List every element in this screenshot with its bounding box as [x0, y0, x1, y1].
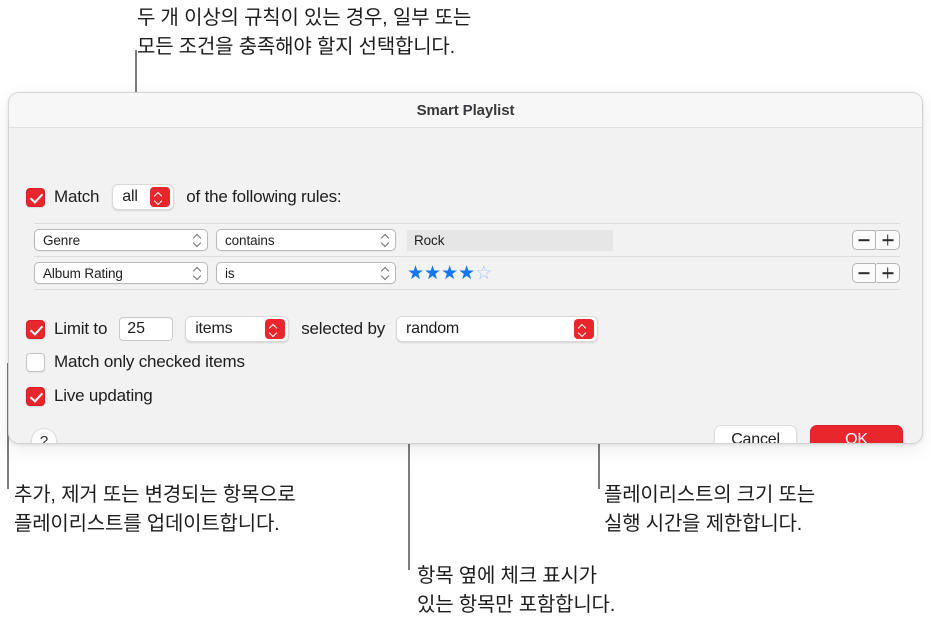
remove-rule-button[interactable]	[852, 263, 876, 283]
rule-field-value: Genre	[43, 232, 81, 248]
dialog-titlebar: Smart Playlist	[9, 93, 922, 128]
star-filled-icon[interactable]: ★	[441, 263, 458, 284]
chevron-up-down-icon	[265, 319, 286, 339]
album-rating-stars[interactable]: ★★★★☆	[407, 264, 492, 283]
star-filled-icon: ★★★★☆	[407, 263, 492, 284]
remove-rule-button[interactable]	[852, 230, 876, 250]
selected-by-label: selected by	[301, 319, 385, 338]
chevron-up-down-icon	[150, 187, 171, 207]
rules-list: Genre contains Rock Album Rating is ★★★★…	[34, 223, 900, 290]
limit-checkbox[interactable]	[26, 319, 45, 339]
rule-row: Album Rating is ★★★★☆	[34, 257, 900, 289]
rule-value-input[interactable]: Rock	[407, 229, 613, 251]
chevron-up-down-icon	[380, 265, 391, 281]
help-button[interactable]: ?	[31, 428, 57, 444]
rule-operator-value: is	[225, 265, 235, 281]
limit-unit-value: items	[195, 320, 233, 337]
match-checkbox[interactable]	[26, 187, 45, 207]
match-only-checked-checkbox[interactable]	[26, 352, 45, 372]
rule-field-popup[interactable]: Album Rating	[34, 262, 208, 284]
rule-buttons	[852, 230, 900, 250]
match-type-value: all	[122, 188, 138, 205]
live-updating-row: Live updating	[26, 386, 153, 406]
rule-value-cell: Rock	[407, 229, 852, 251]
smart-playlist-dialog: Smart Playlist Match all of the followin…	[8, 92, 923, 444]
limit-label: Limit to	[54, 319, 108, 338]
callout-text-live-updating: 추가, 제거 또는 변경되는 항목으로 플레이리스트를 업데이트합니다.	[14, 484, 296, 535]
callout-text-match-only-checked: 항목 옆에 체크 표시가 있는 항목만 포함합니다.	[417, 565, 616, 616]
dialog-body: Match all of the following rules: Genre	[9, 128, 922, 443]
star-empty-icon[interactable]: ☆	[475, 263, 492, 284]
rule-field-popup[interactable]: Genre	[34, 229, 208, 251]
screenshot-stage: 두 개 이상의 규칙이 있는 경우, 일부 또는 모든 조건을 충족해야 할지 …	[0, 0, 931, 638]
match-type-popup[interactable]: all	[112, 184, 175, 210]
chevron-up-down-icon	[192, 265, 203, 281]
rule-operator-popup[interactable]: is	[216, 262, 396, 284]
match-suffix-label: of the following rules:	[186, 187, 342, 206]
chevron-up-down-icon	[192, 232, 203, 248]
dialog-footer-buttons: Cancel OK	[714, 425, 903, 443]
callout-text-limit: 플레이리스트의 크기 또는 실행 시간을 제한합니다.	[604, 484, 815, 535]
match-only-checked-label: Match only checked items	[54, 352, 245, 371]
limit-amount-input[interactable]: 25	[119, 317, 174, 341]
star-filled-icon[interactable]: ★	[424, 263, 441, 284]
ok-button[interactable]: OK	[810, 425, 903, 443]
rule-operator-popup[interactable]: contains	[216, 229, 396, 251]
question-mark-icon: ?	[39, 432, 49, 444]
star-filled-icon[interactable]: ★	[407, 263, 424, 284]
selection-method-value: random	[406, 320, 460, 337]
dialog-title: Smart Playlist	[416, 101, 515, 119]
star-filled-icon[interactable]: ★	[458, 263, 475, 284]
selection-method-popup[interactable]: random	[396, 316, 598, 342]
cancel-button[interactable]: Cancel	[714, 425, 797, 443]
live-updating-checkbox[interactable]	[26, 386, 45, 406]
rule-field-value: Album Rating	[43, 265, 123, 281]
rule-buttons	[852, 263, 900, 283]
match-only-checked-row: Match only checked items	[26, 352, 245, 372]
limit-unit-popup[interactable]: items	[185, 316, 290, 342]
chevron-up-down-icon	[380, 232, 391, 248]
callout-text-match-rules: 두 개 이상의 규칙이 있는 경우, 일부 또는 모든 조건을 충족해야 할지 …	[137, 7, 472, 58]
match-row: Match all of the following rules:	[26, 184, 342, 210]
live-updating-label: Live updating	[54, 386, 153, 405]
chevron-up-down-icon	[574, 319, 594, 339]
add-rule-button[interactable]	[876, 230, 900, 250]
limit-row: Limit to 25 items selected by random	[26, 316, 598, 342]
rule-row: Genre contains Rock	[34, 224, 900, 256]
rule-separator	[34, 289, 900, 290]
rule-operator-value: contains	[225, 232, 275, 248]
rule-value-cell: ★★★★☆	[407, 264, 852, 283]
add-rule-button[interactable]	[876, 263, 900, 283]
match-label: Match	[54, 187, 100, 206]
